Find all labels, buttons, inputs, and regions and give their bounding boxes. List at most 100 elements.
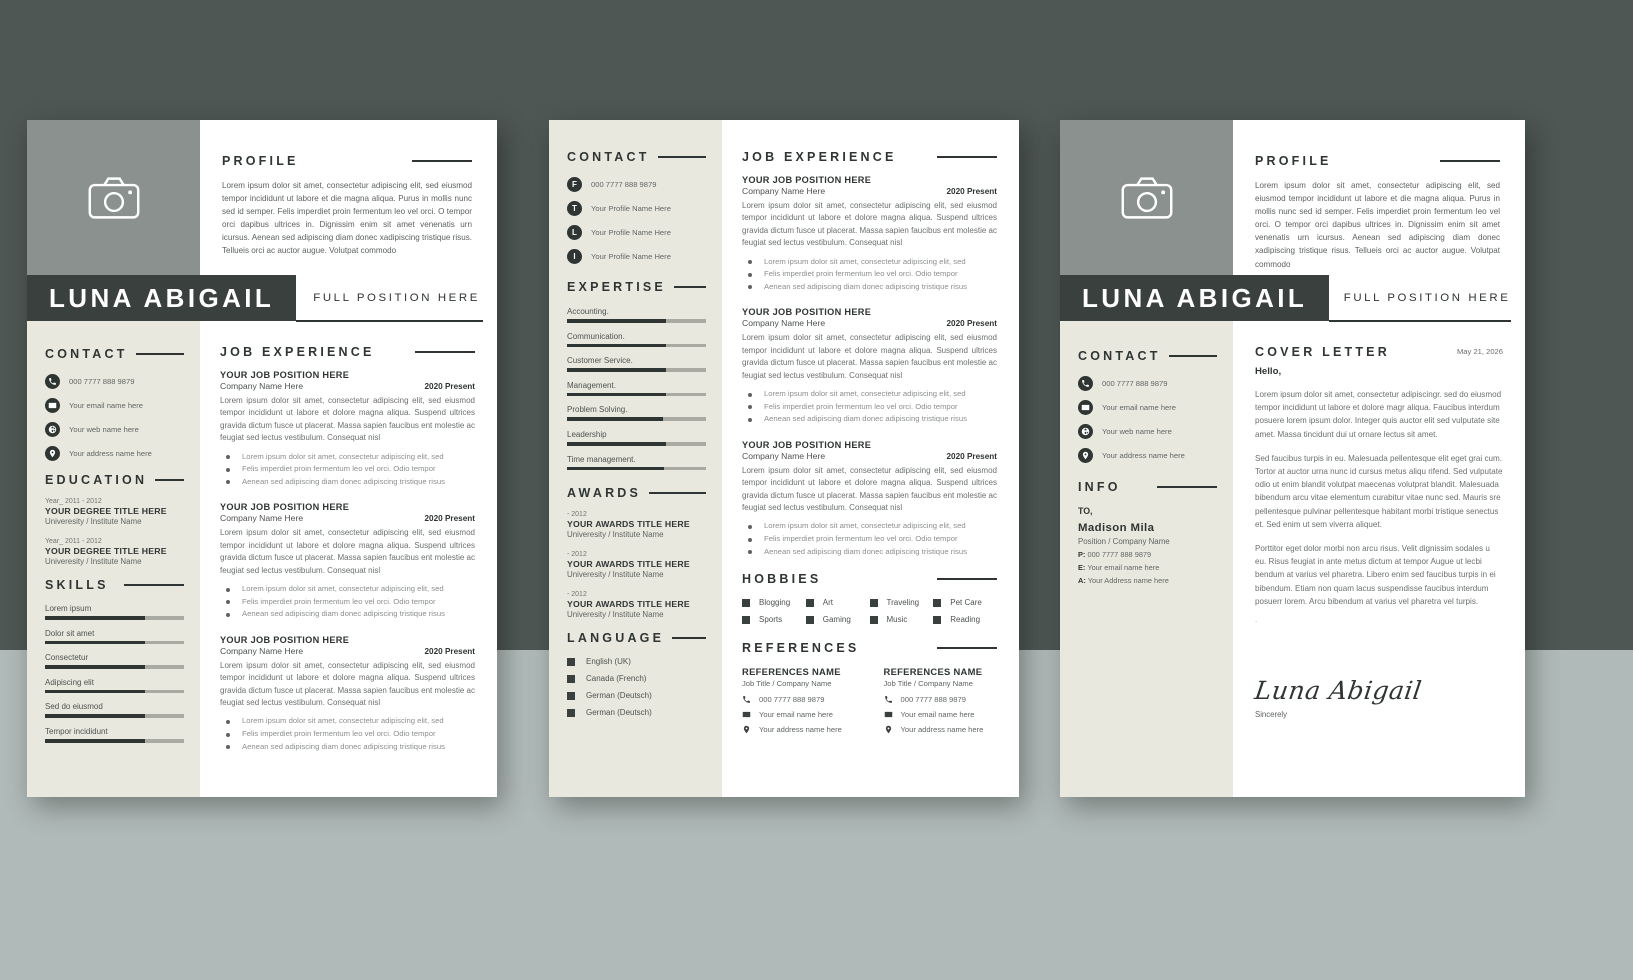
hobbies-list: Blogging Art Traveling Pet Care Sports G… xyxy=(742,598,997,624)
expertise-bar xyxy=(567,392,706,397)
reference-contact-row[interactable]: Your address name here xyxy=(884,725,998,734)
reference-email: Your email name here xyxy=(759,709,834,719)
info-email-value: Your email name here xyxy=(1087,563,1160,572)
contact-list: 000 7777 888 9879 Your email name here Y… xyxy=(1078,376,1217,463)
education-degree: YOUR DEGREE TITLE HERE xyxy=(45,506,167,516)
award-school: Univeresity / Institute Name xyxy=(567,610,664,620)
profile-text: Lorem ipsum dolor sit amet, consectetur … xyxy=(222,181,472,256)
reference-contact-row[interactable]: Your address name here xyxy=(742,725,856,734)
reference-item: REFERENCES NAME Job Title / Company Name… xyxy=(884,666,998,740)
resume-page-2[interactable]: CONTACT F 000 7777 888 9879 T Your Profi… xyxy=(549,120,1019,797)
skill-label: Lorem ipsum xyxy=(45,604,92,613)
phone-icon xyxy=(1078,376,1093,391)
contact-text: Your address name here xyxy=(69,449,152,458)
skill-bar xyxy=(45,665,184,669)
photo-placeholder[interactable] xyxy=(27,120,200,275)
skill-bar-fill xyxy=(45,738,146,743)
job-date: 2020 Present xyxy=(946,187,997,196)
cover-letter-heading: COVER LETTER May 21, 2026 xyxy=(1255,345,1503,359)
job-bullet: Lorem ipsum dolor sit amet, consectetur … xyxy=(742,256,997,269)
language-list: English (UK) Canada (French) German (Deu… xyxy=(567,657,706,717)
education-list: Year_ 2011 - 2012 YOUR DEGREE TITLE HERE… xyxy=(45,498,184,566)
contact-title: CONTACT xyxy=(1078,349,1161,363)
info-recipient-position: Position / Company Name xyxy=(1078,537,1170,546)
info-phone-label: P: xyxy=(1078,550,1086,559)
resume-page-1[interactable]: PROFILE Lorem ipsum dolor sit amet, cons… xyxy=(27,120,497,797)
reference-contact-row[interactable]: 000 7777 888 9879 xyxy=(884,695,998,704)
page3-header: PROFILE Lorem ipsum dolor sit amet, cons… xyxy=(1060,120,1525,275)
reference-contact-row[interactable]: Your email name here xyxy=(742,710,856,719)
job-description: Lorem ipsum dolor sit amet, consectetur … xyxy=(220,528,475,575)
language-title: LANGUAGE xyxy=(567,631,665,646)
contact-item[interactable]: Your email name here xyxy=(1078,400,1217,415)
social-item[interactable]: F 000 7777 888 9879 xyxy=(567,177,706,192)
contact-heading: CONTACT xyxy=(567,150,706,164)
page1-main: JOB EXPERIENCE YOUR JOB POSITION HERE Co… xyxy=(200,321,497,797)
job-experience-title: JOB EXPERIENCE xyxy=(742,150,897,164)
person-position-chip: FULL POSITION HERE xyxy=(1329,275,1525,322)
education-item: Year_ 2011 - 2012 YOUR DEGREE TITLE HERE… xyxy=(45,538,184,566)
social-item[interactable]: I Your Profile Name Here xyxy=(567,249,706,264)
job-date: 2020 Present xyxy=(946,319,997,329)
web-icon xyxy=(45,422,60,437)
bullet-square-icon xyxy=(933,615,942,624)
hobby-item: Blogging xyxy=(742,598,806,607)
education-degree: YOUR DEGREE TITLE HERE xyxy=(45,546,167,556)
contact-item[interactable]: Your address name here xyxy=(1078,448,1217,463)
job-bullets: Lorem ipsum dolor sit amet, consectetur … xyxy=(220,715,475,753)
resume-page-3[interactable]: PROFILE Lorem ipsum dolor sit amet, cons… xyxy=(1060,120,1525,797)
resume-mockup-scene: PROFILE Lorem ipsum dolor sit amet, cons… xyxy=(0,0,1633,980)
camera-icon xyxy=(1121,176,1172,219)
language-label: German (Deutsch) xyxy=(586,708,652,718)
hobby-label: Pet Care xyxy=(950,598,982,608)
signature-sincerely: Sincerely xyxy=(1255,710,1288,720)
contact-item[interactable]: Your web name here xyxy=(45,422,184,437)
references-title: REFERENCES xyxy=(742,641,860,656)
reference-contact-row[interactable]: 000 7777 888 9879 xyxy=(742,695,856,704)
language-label: English (UK) xyxy=(586,657,631,667)
skill-bar-fill xyxy=(45,665,146,669)
page2-columns: CONTACT F 000 7777 888 9879 T Your Profi… xyxy=(549,120,1019,797)
job-bullet: Lorem ipsum dolor sit amet, consectetur … xyxy=(220,715,475,728)
bullet-square-icon xyxy=(567,657,575,666)
contact-heading: CONTACT xyxy=(1078,349,1217,363)
social-item[interactable]: T Your Profile Name Here xyxy=(567,201,706,216)
job-experience-heading: JOB EXPERIENCE xyxy=(742,150,997,164)
info-block: TO, Madison Mila Position / Company Name… xyxy=(1078,506,1217,585)
expertise-label: Problem Solving. xyxy=(567,405,628,415)
person-name: LUNA ABIGAIL xyxy=(1060,275,1330,321)
social-item[interactable]: L Your Profile Name Here xyxy=(567,225,706,240)
contact-item[interactable]: 000 7777 888 9879 xyxy=(1078,376,1217,391)
contact-item[interactable]: Your email name here xyxy=(45,398,184,413)
bullet-square-icon xyxy=(567,691,575,700)
skill-label: Tempor incididunt xyxy=(45,726,108,736)
web-icon xyxy=(1078,424,1093,439)
cover-letter-paragraph: Sed faucibus turpis in eu. Malesuada pel… xyxy=(1255,453,1503,529)
heading-rule xyxy=(155,479,184,481)
reference-address: Your address name here xyxy=(759,724,842,734)
photo-placeholder[interactable] xyxy=(1060,120,1233,275)
hobby-item: Traveling xyxy=(869,598,934,608)
hobby-item: Sports xyxy=(742,615,806,624)
contact-item[interactable]: Your web name here xyxy=(1078,424,1217,439)
job-date: 2020 Present xyxy=(946,451,997,461)
hobby-label: Traveling xyxy=(886,598,920,608)
page3-sidebar: CONTACT 000 7777 888 9879 Your email nam… xyxy=(1060,321,1233,797)
award-year: - 2012 xyxy=(567,511,587,519)
job-description: Lorem ipsum dolor sit amet, consectetur … xyxy=(742,333,997,380)
expertise-bar-fill xyxy=(567,368,666,372)
signature: Luna Abigail xyxy=(1252,676,1424,706)
expertise-bar-fill xyxy=(567,343,666,348)
expertise-label: Management. xyxy=(567,380,616,390)
job-company: Company Name Here xyxy=(742,186,826,196)
skill-label: Dolor sit amet xyxy=(45,628,95,638)
contact-item[interactable]: Your address name here xyxy=(45,446,184,461)
job-meta: Company Name Here 2020 Present xyxy=(220,513,475,523)
info-address-row: A: Your Address name here xyxy=(1078,576,1217,585)
page1-header: PROFILE Lorem ipsum dolor sit amet, cons… xyxy=(27,120,497,275)
linkedin-icon: L xyxy=(567,225,582,240)
reference-contact-row[interactable]: Your email name here xyxy=(884,710,998,719)
expertise-bar-fill xyxy=(567,466,665,471)
job-bullet: Felis imperdiet proin fermentum leo vel … xyxy=(742,268,997,281)
contact-item[interactable]: 000 7777 888 9879 xyxy=(45,374,184,389)
